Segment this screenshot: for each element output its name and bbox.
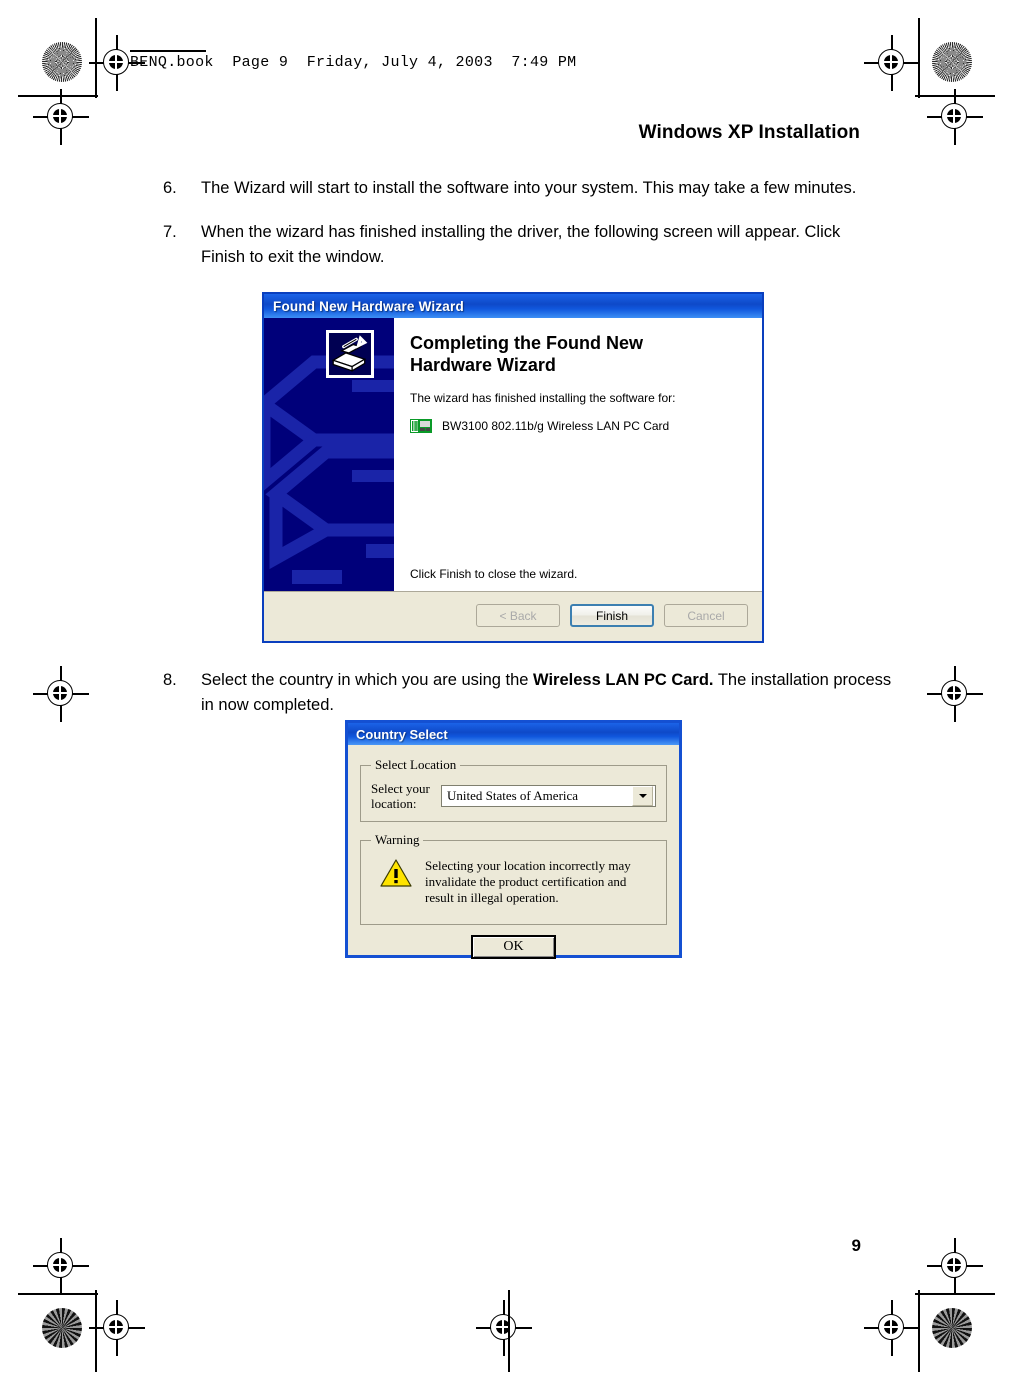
- wizard-footnote: Click Finish to close the wizard.: [410, 567, 578, 581]
- wizard-heading: Completing the Found New Hardware Wizard: [410, 333, 643, 375]
- chevron-down-icon[interactable]: [632, 786, 653, 806]
- country-select-title-text: Country Select: [356, 726, 448, 742]
- list-item: 8. Select the country in which you are u…: [163, 668, 901, 718]
- trim-line: [95, 1290, 97, 1372]
- list-item-text-before: Select the country in which you are usin…: [201, 671, 534, 689]
- color-rosette-icon: [42, 1308, 82, 1348]
- country-select-dialog: Country Select Select Location Select yo…: [345, 720, 682, 959]
- warning-triangle-icon: [380, 859, 412, 887]
- list-item: 7. When the wizard has finished installi…: [163, 220, 863, 270]
- found-new-hardware-wizard-dialog: Found New Hardware Wizard Completing the…: [262, 292, 764, 643]
- trim-line: [918, 18, 920, 98]
- warning-group: Warning Selecting your location incorrec…: [360, 832, 667, 925]
- color-rosette-icon: [932, 42, 972, 82]
- list-item-text-bold: Wireless LAN PC Card.: [533, 671, 714, 689]
- location-selected-value: United States of America: [447, 788, 579, 803]
- cancel-button[interactable]: Cancel: [664, 604, 748, 627]
- country-select-button-bar: OK: [360, 935, 667, 959]
- pc-card-icon: [410, 419, 432, 433]
- wizard-sidebar-graphic: [264, 318, 394, 591]
- trim-line: [95, 18, 97, 98]
- trim-line: [918, 1290, 920, 1372]
- wizard-title-text: Found New Hardware Wizard: [273, 298, 464, 314]
- registration-target-icon: [927, 89, 983, 145]
- installed-device-row: BW3100 802.11b/g Wireless LAN PC Card: [410, 418, 746, 434]
- list-item-text: When the wizard has finished installing …: [201, 223, 841, 266]
- warning-message: Selecting your location incorrectly may …: [425, 858, 631, 905]
- device-name-label: BW3100 802.11b/g Wireless LAN PC Card: [442, 419, 670, 433]
- book-header-text: BENQ.book Page 9 Friday, July 4, 2003 7:…: [130, 54, 577, 71]
- trim-line: [18, 95, 98, 97]
- page-title: Windows XP Installation: [638, 122, 860, 143]
- location-dropdown[interactable]: United States of America: [441, 785, 656, 807]
- warning-row: Selecting your location incorrectly may …: [371, 856, 656, 914]
- registration-target-icon: [864, 1300, 920, 1356]
- ok-button[interactable]: OK: [471, 935, 556, 959]
- wizard-content-pane: Completing the Found New Hardware Wizard…: [394, 318, 762, 591]
- finish-button[interactable]: Finish: [570, 604, 654, 627]
- trim-line: [508, 1290, 510, 1372]
- wizard-button-bar: < Back Finish Cancel: [264, 591, 762, 639]
- hardware-wizard-icon: [326, 330, 374, 378]
- trim-line: [915, 1293, 995, 1295]
- trim-line: [18, 1293, 98, 1295]
- header-rule: [130, 50, 206, 52]
- computer-illustration-icon: [264, 355, 394, 584]
- back-button[interactable]: < Back: [476, 604, 560, 627]
- list-item: 6. The Wizard will start to install the …: [163, 176, 863, 201]
- registration-target-icon: [33, 1238, 89, 1294]
- trim-line: [915, 95, 995, 97]
- location-row: Select your location: United States of A…: [371, 781, 656, 811]
- select-location-group-label: Select Location: [375, 757, 457, 772]
- registration-target-icon: [927, 1238, 983, 1294]
- wizard-body-text: The wizard has finished installing the s…: [410, 391, 676, 405]
- registration-target-icon: [33, 666, 89, 722]
- wizard-body: Completing the Found New Hardware Wizard…: [264, 318, 762, 591]
- list-item-text: The Wizard will start to install the sof…: [201, 179, 857, 197]
- registration-target-icon: [33, 89, 89, 145]
- country-select-body: Select Location Select your location: Un…: [348, 745, 679, 959]
- list-item-number: 7.: [163, 223, 177, 241]
- registration-target-icon: [864, 35, 920, 91]
- registration-target-icon: [927, 666, 983, 722]
- select-location-group: Select Location Select your location: Un…: [360, 757, 667, 822]
- warning-group-label: Warning: [375, 832, 420, 847]
- registration-target-icon: [476, 1300, 532, 1356]
- list-item-number: 6.: [163, 179, 177, 197]
- registration-target-icon: [89, 1300, 145, 1356]
- color-rosette-icon: [42, 42, 82, 82]
- country-select-title-bar[interactable]: Country Select: [348, 723, 679, 745]
- page-number: 9: [851, 1236, 861, 1255]
- list-item-number: 8.: [163, 671, 177, 689]
- wizard-title-bar[interactable]: Found New Hardware Wizard: [264, 294, 762, 318]
- color-rosette-icon: [932, 1308, 972, 1348]
- location-field-label: Select your location:: [371, 781, 430, 811]
- step-list: 6. The Wizard will start to install the …: [163, 176, 863, 289]
